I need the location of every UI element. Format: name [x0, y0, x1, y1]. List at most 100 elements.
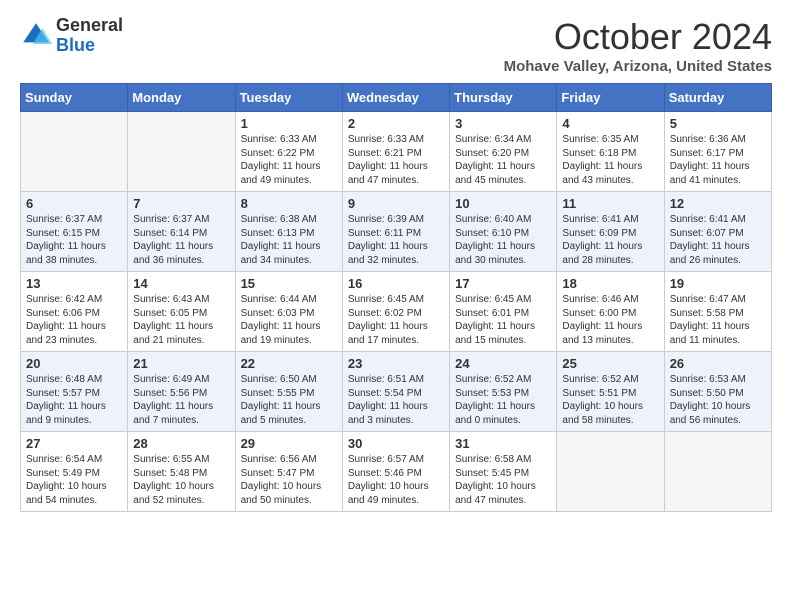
day-number: 22 — [241, 356, 337, 371]
calendar-week-5: 27Sunrise: 6:54 AMSunset: 5:49 PMDayligh… — [21, 432, 772, 512]
day-number: 29 — [241, 436, 337, 451]
day-number: 16 — [348, 276, 444, 291]
day-number: 18 — [562, 276, 658, 291]
logo-general: General — [56, 16, 123, 36]
day-info: Sunrise: 6:34 AMSunset: 6:20 PMDaylight:… — [455, 133, 551, 187]
day-info: Sunrise: 6:48 AMSunset: 5:57 PMDaylight:… — [26, 373, 122, 427]
calendar-cell: 21 Sunrise: 6:49 AMSunset: 5:56 PMDayligh… — [128, 352, 235, 432]
day-number: 19 — [670, 276, 766, 291]
day-info: Sunrise: 6:37 AMSunset: 6:14 PMDaylight:… — [133, 213, 229, 267]
calendar-cell: 7 Sunrise: 6:37 AMSunset: 6:14 PMDaylight… — [128, 192, 235, 272]
day-info: Sunrise: 6:42 AMSunset: 6:06 PMDaylight:… — [26, 293, 122, 347]
calendar-header-tuesday: Tuesday — [235, 84, 342, 112]
day-number: 6 — [26, 196, 122, 211]
day-info: Sunrise: 6:33 AMSunset: 6:21 PMDaylight:… — [348, 133, 444, 187]
title-block: October 2024 Mohave Valley, Arizona, Uni… — [504, 16, 772, 75]
calendar-cell: 16 Sunrise: 6:45 AMSunset: 6:02 PMDayligh… — [342, 272, 449, 352]
day-number: 12 — [670, 196, 766, 211]
day-info: Sunrise: 6:53 AMSunset: 5:50 PMDaylight:… — [670, 373, 766, 427]
calendar-cell — [557, 432, 664, 512]
calendar-cell: 28Sunrise: 6:55 AMSunset: 5:48 PMDayligh… — [128, 432, 235, 512]
day-number: 30 — [348, 436, 444, 451]
day-number: 8 — [241, 196, 337, 211]
calendar-cell: 1Sunrise: 6:33 AMSunset: 6:22 PMDaylight… — [235, 112, 342, 192]
day-info: Sunrise: 6:41 AMSunset: 6:09 PMDaylight:… — [562, 213, 658, 267]
calendar-cell — [664, 432, 771, 512]
calendar-header-monday: Monday — [128, 84, 235, 112]
day-info: Sunrise: 6:50 AMSunset: 5:55 PMDaylight:… — [241, 373, 337, 427]
logo-blue: Blue — [56, 36, 123, 56]
calendar-cell: 3Sunrise: 6:34 AMSunset: 6:20 PMDaylight… — [450, 112, 557, 192]
day-info: Sunrise: 6:57 AMSunset: 5:46 PMDaylight:… — [348, 453, 444, 507]
day-info: Sunrise: 6:47 AMSunset: 5:58 PMDaylight:… — [670, 293, 766, 347]
calendar-cell: 31 Sunrise: 6:58 AMSunset: 5:45 PMDayligh… — [450, 432, 557, 512]
day-number: 9 — [348, 196, 444, 211]
day-number: 10 — [455, 196, 551, 211]
day-info: Sunrise: 6:38 AMSunset: 6:13 PMDaylight:… — [241, 213, 337, 267]
calendar-header-saturday: Saturday — [664, 84, 771, 112]
page-header: General Blue October 2024 Mohave Valley,… — [20, 16, 772, 75]
day-info: Sunrise: 6:45 AMSunset: 6:02 PMDaylight:… — [348, 293, 444, 347]
calendar-cell: 17 Sunrise: 6:45 AMSunset: 6:01 PMDayligh… — [450, 272, 557, 352]
calendar-header-wednesday: Wednesday — [342, 84, 449, 112]
calendar-header-sunday: Sunday — [21, 84, 128, 112]
calendar-cell: 30 Sunrise: 6:57 AMSunset: 5:46 PMDayligh… — [342, 432, 449, 512]
calendar-cell: 25Sunrise: 6:52 AMSunset: 5:51 PMDayligh… — [557, 352, 664, 432]
calendar-cell: 4 Sunrise: 6:35 AMSunset: 6:18 PMDaylight… — [557, 112, 664, 192]
calendar-cell: 29 Sunrise: 6:56 AMSunset: 5:47 PMDayligh… — [235, 432, 342, 512]
calendar-header-row: SundayMondayTuesdayWednesdayThursdayFrid… — [21, 84, 772, 112]
calendar-cell: 20 Sunrise: 6:48 AMSunset: 5:57 PMDayligh… — [21, 352, 128, 432]
calendar-cell: 22 Sunrise: 6:50 AMSunset: 5:55 PMDayligh… — [235, 352, 342, 432]
day-number: 13 — [26, 276, 122, 291]
calendar-header-friday: Friday — [557, 84, 664, 112]
day-info: Sunrise: 6:35 AMSunset: 6:18 PMDaylight:… — [562, 133, 658, 187]
day-info: Sunrise: 6:58 AMSunset: 5:45 PMDaylight:… — [455, 453, 551, 507]
day-number: 11 — [562, 196, 658, 211]
day-number: 24 — [455, 356, 551, 371]
calendar-week-1: 1Sunrise: 6:33 AMSunset: 6:22 PMDaylight… — [21, 112, 772, 192]
calendar-cell: 10 Sunrise: 6:40 AMSunset: 6:10 PMDayligh… — [450, 192, 557, 272]
calendar-cell: 12 Sunrise: 6:41 AMSunset: 6:07 PMDayligh… — [664, 192, 771, 272]
calendar-cell: 6 Sunrise: 6:37 AMSunset: 6:15 PMDaylight… — [21, 192, 128, 272]
calendar-cell — [21, 112, 128, 192]
calendar-week-3: 13 Sunrise: 6:42 AMSunset: 6:06 PMDayligh… — [21, 272, 772, 352]
day-info: Sunrise: 6:45 AMSunset: 6:01 PMDaylight:… — [455, 293, 551, 347]
day-number: 20 — [26, 356, 122, 371]
day-info: Sunrise: 6:55 AMSunset: 5:48 PMDaylight:… — [133, 453, 229, 507]
day-number: 7 — [133, 196, 229, 211]
calendar-cell: 5 Sunrise: 6:36 AMSunset: 6:17 PMDaylight… — [664, 112, 771, 192]
day-info: Sunrise: 6:51 AMSunset: 5:54 PMDaylight:… — [348, 373, 444, 427]
day-info: Sunrise: 6:37 AMSunset: 6:15 PMDaylight:… — [26, 213, 122, 267]
day-number: 21 — [133, 356, 229, 371]
calendar-cell: 9 Sunrise: 6:39 AMSunset: 6:11 PMDaylight… — [342, 192, 449, 272]
day-info: Sunrise: 6:40 AMSunset: 6:10 PMDaylight:… — [455, 213, 551, 267]
calendar-cell: 15Sunrise: 6:44 AMSunset: 6:03 PMDayligh… — [235, 272, 342, 352]
logo: General Blue — [20, 16, 123, 56]
calendar-cell: 24 Sunrise: 6:52 AMSunset: 5:53 PMDayligh… — [450, 352, 557, 432]
day-number: 4 — [562, 116, 658, 131]
day-number: 17 — [455, 276, 551, 291]
day-info: Sunrise: 6:49 AMSunset: 5:56 PMDaylight:… — [133, 373, 229, 427]
calendar-cell: 2Sunrise: 6:33 AMSunset: 6:21 PMDaylight… — [342, 112, 449, 192]
day-info: Sunrise: 6:52 AMSunset: 5:53 PMDaylight:… — [455, 373, 551, 427]
calendar-table: SundayMondayTuesdayWednesdayThursdayFrid… — [20, 83, 772, 512]
day-info: Sunrise: 6:43 AMSunset: 6:05 PMDaylight:… — [133, 293, 229, 347]
day-info: Sunrise: 6:41 AMSunset: 6:07 PMDaylight:… — [670, 213, 766, 267]
calendar-cell: 19 Sunrise: 6:47 AMSunset: 5:58 PMDayligh… — [664, 272, 771, 352]
calendar-cell: 26Sunrise: 6:53 AMSunset: 5:50 PMDayligh… — [664, 352, 771, 432]
day-number: 5 — [670, 116, 766, 131]
calendar-week-4: 20 Sunrise: 6:48 AMSunset: 5:57 PMDayligh… — [21, 352, 772, 432]
location: Mohave Valley, Arizona, United States — [504, 58, 772, 75]
calendar-cell: 11 Sunrise: 6:41 AMSunset: 6:09 PMDayligh… — [557, 192, 664, 272]
month-title: October 2024 — [504, 16, 772, 58]
day-info: Sunrise: 6:36 AMSunset: 6:17 PMDaylight:… — [670, 133, 766, 187]
day-info: Sunrise: 6:52 AMSunset: 5:51 PMDaylight:… — [562, 373, 658, 427]
calendar-header-thursday: Thursday — [450, 84, 557, 112]
day-info: Sunrise: 6:39 AMSunset: 6:11 PMDaylight:… — [348, 213, 444, 267]
day-number: 23 — [348, 356, 444, 371]
day-number: 1 — [241, 116, 337, 131]
day-info: Sunrise: 6:56 AMSunset: 5:47 PMDaylight:… — [241, 453, 337, 507]
day-number: 14 — [133, 276, 229, 291]
day-number: 31 — [455, 436, 551, 451]
calendar-week-2: 6 Sunrise: 6:37 AMSunset: 6:15 PMDaylight… — [21, 192, 772, 272]
